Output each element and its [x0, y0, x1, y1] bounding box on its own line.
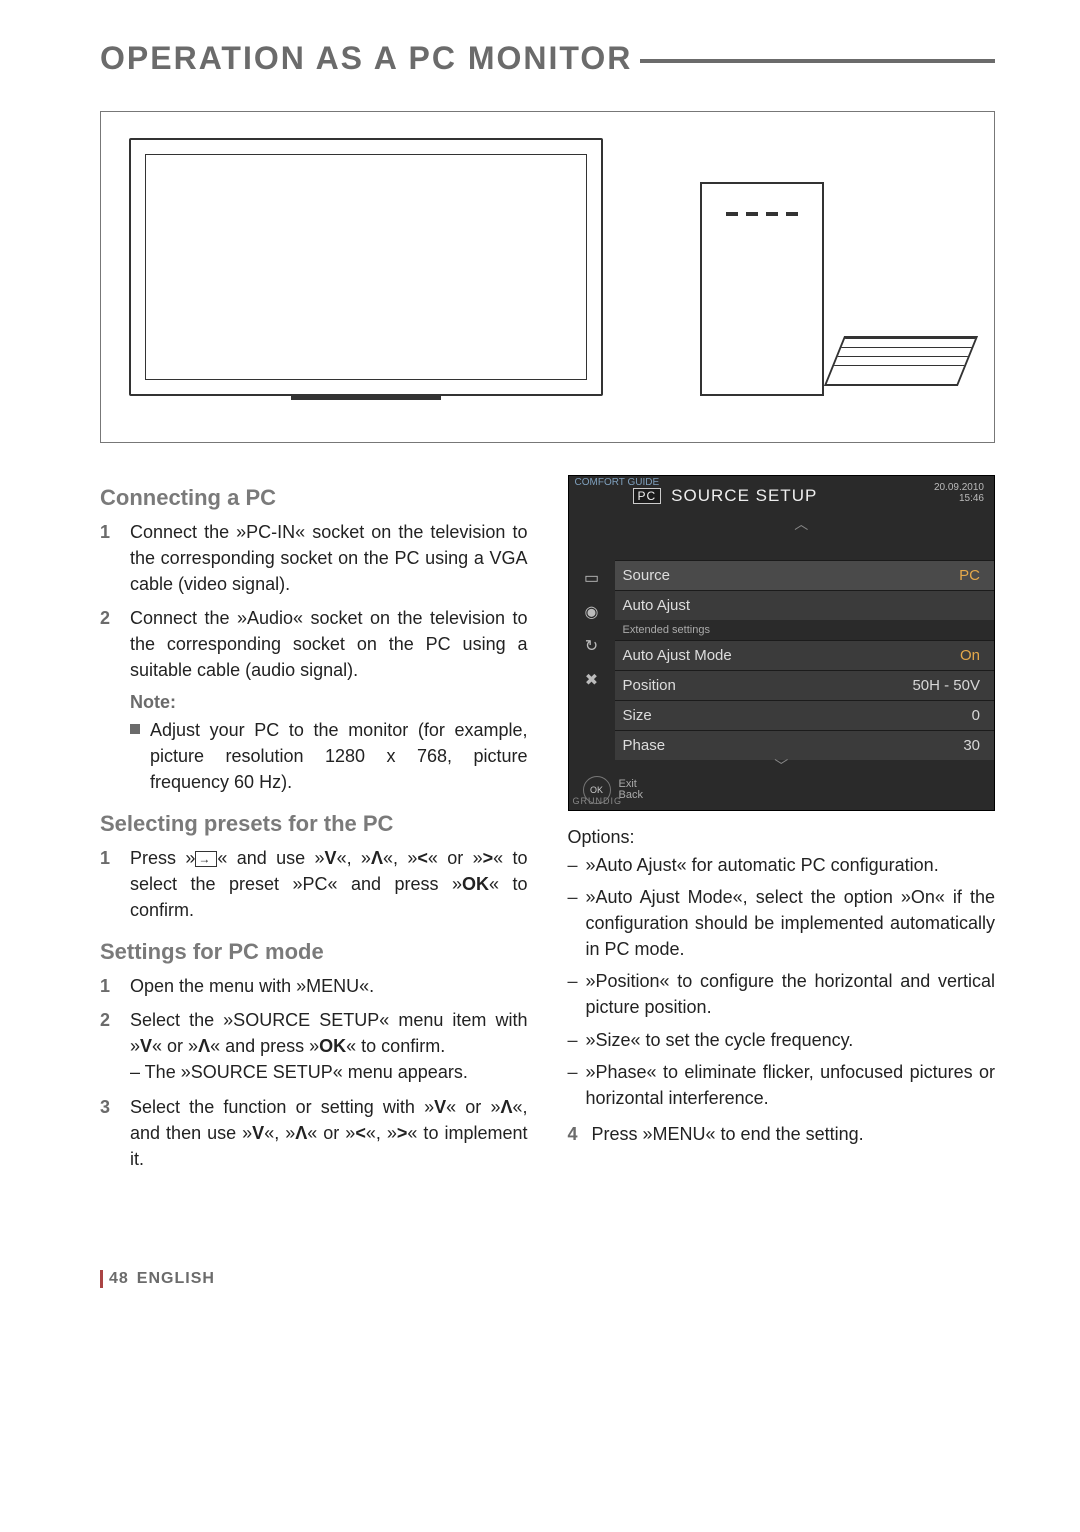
- osd-comfort-label: COMFORT GUIDE: [575, 478, 660, 488]
- step-text: Connect the »PC-IN« socket on the televi…: [130, 519, 528, 597]
- tv-stand: [291, 394, 441, 400]
- osd-list: Source PC Auto Ajust Extended settings A…: [615, 560, 995, 760]
- osd-back-label: Back: [619, 790, 643, 801]
- keyboard: [824, 336, 978, 386]
- bullet-square-icon: [130, 724, 140, 734]
- option-item: »Auto Ajust Mode«, select the option »On…: [586, 884, 996, 962]
- osd-row-label: Position: [623, 677, 676, 694]
- step-num: 2: [100, 1007, 116, 1085]
- osd-row-label: Auto Ajust Mode: [623, 647, 732, 664]
- chevron-down-icon: ﹀: [774, 756, 788, 776]
- step-text: Press »MENU« to end the setting.: [592, 1121, 864, 1147]
- footer-lang: ENGLISH: [137, 1270, 215, 1288]
- osd-extended-label: Extended settings: [615, 620, 995, 640]
- step-num: 2: [100, 605, 116, 683]
- step-text: Select the »SOURCE SETUP« menu item with…: [130, 1007, 528, 1085]
- connect-steps: 1 Connect the »PC-IN« socket on the tele…: [100, 519, 528, 684]
- osd-side-icons: ▭ ◉ ↻ ✖: [569, 560, 615, 760]
- note-text: Adjust your PC to the monitor (for examp…: [150, 717, 528, 795]
- options-list: »Auto Ajust« for automatic PC configurat…: [568, 852, 996, 1111]
- step-num: 1: [100, 973, 116, 999]
- step-text: Press »→« and use »V«, »Λ«, »<« or »>« t…: [130, 845, 528, 923]
- page-number: 48: [100, 1270, 129, 1288]
- osd-datetime: 20.09.201015:46: [934, 482, 984, 504]
- page-title-row: OPERATION AS A PC MONITOR: [100, 40, 995, 77]
- connection-diagram: [100, 111, 995, 443]
- eye-icon: ◉: [579, 602, 605, 622]
- osd-row-position[interactable]: Position 50H - 50V: [615, 670, 995, 700]
- option-item: »Auto Ajust« for automatic PC configurat…: [586, 852, 996, 878]
- osd-row-source[interactable]: Source PC: [615, 560, 995, 590]
- osd-row-auto-ajust-mode[interactable]: Auto Ajust Mode On: [615, 640, 995, 670]
- osd-row-label: Auto Ajust: [623, 597, 691, 614]
- source-arrow-icon: →: [195, 851, 217, 867]
- osd-title: SOURCE SETUP: [671, 486, 817, 506]
- note-label: Note:: [130, 692, 528, 713]
- step-text: Open the menu with »MENU«.: [130, 973, 374, 999]
- osd-row-value: 50H - 50V: [912, 677, 980, 694]
- note-body: Adjust your PC to the monitor (for examp…: [130, 717, 528, 795]
- page-footer: 48 ENGLISH: [100, 1270, 995, 1288]
- osd-row-value: 30: [963, 737, 980, 754]
- tools-icon: ✖: [579, 670, 605, 690]
- option-item: »Phase« to eliminate flicker, unfocused …: [586, 1059, 996, 1111]
- heading-presets: Selecting presets for the PC: [100, 811, 528, 837]
- osd-footer: ﹀ OK Exit Back GRUNDIG: [569, 760, 995, 810]
- osd-header: COMFORT GUIDE 20.09.201015:46 PC SOURCE …: [569, 476, 995, 560]
- chevron-up-icon: ︿: [619, 514, 985, 534]
- refresh-icon: ↻: [579, 636, 605, 656]
- option-item: »Size« to set the cycle frequency.: [586, 1027, 996, 1053]
- step-text: Connect the »Audio« socket on the televi…: [130, 605, 528, 683]
- heading-connecting: Connecting a PC: [100, 485, 528, 511]
- step-num: 3: [100, 1094, 116, 1172]
- presets-steps: 1 Press »→« and use »V«, »Λ«, »<« or »>«…: [100, 845, 528, 923]
- osd-brand: GRUNDIG: [573, 796, 623, 806]
- osd-row-label: Phase: [623, 737, 666, 754]
- osd-row-value: PC: [959, 567, 980, 584]
- osd-row-label: Source: [623, 567, 671, 584]
- step-num: 1: [100, 845, 116, 923]
- heading-settings: Settings for PC mode: [100, 939, 528, 965]
- step-num: 4: [568, 1121, 578, 1147]
- osd-row-size[interactable]: Size 0: [615, 700, 995, 730]
- osd-row-value: 0: [972, 707, 980, 724]
- step-text: Select the function or setting with »V« …: [130, 1094, 528, 1172]
- final-step: 4 Press »MENU« to end the setting.: [568, 1121, 996, 1147]
- tv-outline: [129, 138, 603, 396]
- option-item: »Position« to configure the horizontal a…: [586, 968, 996, 1020]
- pc-icon: ▭: [579, 568, 605, 588]
- osd-row-value: On: [960, 647, 980, 664]
- osd-pc-badge: PC: [633, 488, 662, 504]
- settings-steps: 1 Open the menu with »MENU«. 2 Select th…: [100, 973, 528, 1172]
- osd-row-phase[interactable]: Phase 30: [615, 730, 995, 760]
- osd-row-auto-ajust[interactable]: Auto Ajust: [615, 590, 995, 620]
- osd-panel: COMFORT GUIDE 20.09.201015:46 PC SOURCE …: [568, 475, 996, 811]
- page-title: OPERATION AS A PC MONITOR: [100, 40, 632, 77]
- step-num: 1: [100, 519, 116, 597]
- title-rule: [640, 59, 995, 63]
- osd-row-label: Size: [623, 707, 652, 724]
- pc-tower: [700, 182, 824, 396]
- options-label: Options:: [568, 827, 996, 848]
